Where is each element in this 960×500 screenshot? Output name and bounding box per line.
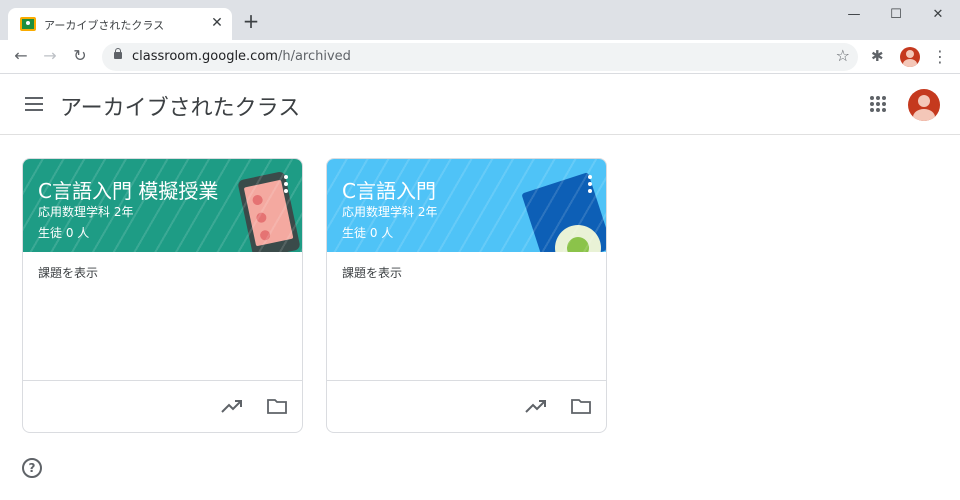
back-icon[interactable]: ←: [9, 45, 33, 69]
account-avatar[interactable]: [908, 89, 940, 121]
class-card: C言語入門 応用数理学科 2年 生徒 0 人 課題を表示: [326, 158, 607, 433]
card-title[interactable]: C言語入門: [342, 175, 436, 204]
new-tab-button[interactable]: +: [241, 11, 261, 32]
card-subtitle: 応用数理学科 2年: [38, 205, 134, 219]
forward-icon[interactable]: →: [38, 45, 62, 69]
browser-toolbar: ← → ↻ classroom.google.com/h/archived ☆: [0, 40, 960, 74]
close-window-button[interactable]: ✕: [918, 4, 958, 28]
trending-icon[interactable]: [221, 398, 243, 414]
card-title[interactable]: C言語入門 模擬授業: [38, 175, 218, 204]
browser-tabstrip: アーカイブされたクラス ✕ + — ☐ ✕: [0, 0, 960, 40]
view-assignments-link[interactable]: 課題を表示: [342, 264, 402, 281]
app-header: アーカイブされたクラス: [0, 75, 960, 135]
menu-dots-icon[interactable]: ⋮: [932, 47, 948, 66]
card-footer: [327, 380, 606, 432]
card-menu-icon[interactable]: [586, 175, 594, 195]
card-footer: [23, 380, 302, 432]
browser-profile-avatar[interactable]: [900, 47, 920, 67]
maximize-button[interactable]: ☐: [876, 4, 916, 28]
class-card: C言語入門 模擬授業 応用数理学科 2年 生徒 0 人 課題を表示: [22, 158, 303, 433]
classroom-favicon-icon: [20, 17, 36, 31]
card-banner[interactable]: C言語入門 応用数理学科 2年 生徒 0 人: [327, 159, 606, 252]
page-title: アーカイブされたクラス: [60, 96, 301, 121]
folder-icon[interactable]: [571, 398, 591, 414]
trending-icon[interactable]: [525, 398, 547, 414]
minimize-button[interactable]: —: [834, 4, 874, 28]
card-subtitle: 応用数理学科 2年: [342, 205, 438, 219]
view-assignments-link[interactable]: 課題を表示: [38, 264, 98, 281]
google-apps-icon[interactable]: [870, 96, 886, 112]
card-student-count: 生徒 0 人: [342, 226, 394, 240]
tab-title: アーカイブされたクラス: [44, 19, 165, 32]
tab-close-icon[interactable]: ✕: [208, 14, 226, 32]
url-path: /h/archived: [277, 49, 351, 64]
star-icon[interactable]: ☆: [836, 46, 850, 65]
browser-tab[interactable]: アーカイブされたクラス ✕: [8, 8, 232, 40]
address-bar[interactable]: classroom.google.com/h/archived ☆: [102, 43, 858, 71]
card-menu-icon[interactable]: [282, 175, 290, 195]
help-icon[interactable]: ?: [22, 458, 42, 478]
hamburger-menu-icon[interactable]: [25, 97, 43, 111]
extensions-icon[interactable]: ✱: [871, 47, 884, 65]
card-student-count: 生徒 0 人: [38, 226, 90, 240]
folder-icon[interactable]: [267, 398, 287, 414]
url-text[interactable]: classroom.google.com/h/archived: [132, 49, 351, 64]
url-host: classroom.google.com: [132, 49, 278, 64]
lock-icon[interactable]: [114, 48, 122, 59]
reload-icon[interactable]: ↻: [68, 45, 92, 69]
card-banner[interactable]: C言語入門 模擬授業 応用数理学科 2年 生徒 0 人: [23, 159, 302, 252]
